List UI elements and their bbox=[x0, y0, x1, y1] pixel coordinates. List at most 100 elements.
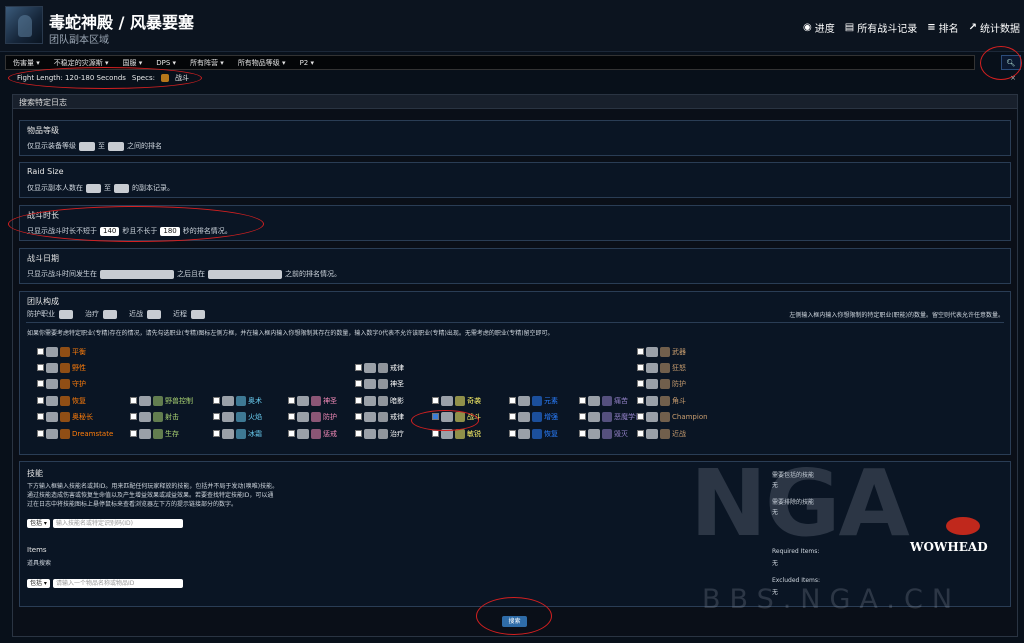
spec-option-shaman[interactable]: 恢复 bbox=[509, 428, 558, 439]
spec-checkbox[interactable] bbox=[355, 397, 362, 404]
spec-option-priest[interactable]: 戒律 bbox=[355, 411, 404, 422]
nav-statistics[interactable]: ↗ 统计数据 bbox=[969, 20, 1020, 35]
spec-option-paladin[interactable]: 神圣 bbox=[288, 395, 337, 406]
spec-option-warrior[interactable]: 狂怒 bbox=[637, 362, 686, 373]
spec-checkbox[interactable] bbox=[579, 430, 586, 437]
spec-count-input[interactable] bbox=[46, 378, 58, 389]
spec-option-warrior[interactable]: Champion bbox=[637, 411, 708, 422]
ability-include-select[interactable]: 包括 ▾ bbox=[27, 519, 50, 528]
spec-checkbox[interactable] bbox=[130, 413, 137, 420]
spec-checkbox[interactable] bbox=[37, 364, 44, 371]
spec-checkbox[interactable] bbox=[213, 413, 220, 420]
spec-count-input[interactable] bbox=[46, 395, 58, 406]
spec-count-input[interactable] bbox=[518, 428, 530, 439]
spec-option-warrior[interactable]: 近战 bbox=[637, 428, 686, 439]
spec-count-input[interactable] bbox=[139, 428, 151, 439]
spec-checkbox[interactable] bbox=[432, 430, 439, 437]
spec-option-paladin[interactable]: 防护 bbox=[288, 411, 337, 422]
spec-option-warlock[interactable]: 恶魔学识 bbox=[579, 411, 642, 422]
spec-checkbox[interactable] bbox=[37, 413, 44, 420]
spec-count-input[interactable] bbox=[297, 395, 309, 406]
spec-count-input[interactable] bbox=[646, 362, 658, 373]
spec-option-mage[interactable]: 奥术 bbox=[213, 395, 262, 406]
spec-checkbox[interactable] bbox=[637, 397, 644, 404]
spec-option-druid[interactable]: Dreamstate bbox=[37, 428, 113, 439]
spec-count-input[interactable] bbox=[139, 395, 151, 406]
spec-count-input[interactable] bbox=[46, 428, 58, 439]
spec-option-warlock[interactable]: 毁灭 bbox=[579, 428, 628, 439]
spec-count-input[interactable] bbox=[297, 411, 309, 422]
spec-option-priest[interactable]: 神圣 bbox=[355, 378, 404, 389]
filter-faction[interactable]: 所有阵营 ▾ bbox=[183, 58, 231, 68]
spec-checkbox[interactable] bbox=[579, 397, 586, 404]
spec-checkbox[interactable] bbox=[509, 430, 516, 437]
spec-checkbox[interactable] bbox=[37, 430, 44, 437]
spec-count-input[interactable] bbox=[588, 395, 600, 406]
spec-checkbox[interactable] bbox=[637, 430, 644, 437]
spec-checkbox[interactable] bbox=[432, 397, 439, 404]
spec-checkbox[interactable] bbox=[637, 348, 644, 355]
spec-count-input[interactable] bbox=[518, 411, 530, 422]
nav-progress[interactable]: ◉ 进度 bbox=[803, 20, 835, 35]
raid-size-min-input[interactable] bbox=[86, 183, 101, 193]
spec-option-hunter[interactable]: 生存 bbox=[130, 428, 179, 439]
tank-count-input[interactable] bbox=[59, 309, 73, 319]
healer-count-input[interactable] bbox=[103, 309, 117, 319]
filter-ilvl[interactable]: 所有物品等级 ▾ bbox=[231, 58, 293, 68]
spec-checkbox[interactable] bbox=[288, 430, 295, 437]
spec-checkbox[interactable] bbox=[579, 413, 586, 420]
spec-checkbox[interactable] bbox=[355, 413, 362, 420]
item-search-input[interactable]: 请输入一个物品名称或物品ID bbox=[52, 579, 183, 588]
ilvl-min-input[interactable] bbox=[79, 141, 95, 151]
spec-count-input[interactable] bbox=[297, 428, 309, 439]
spec-option-priest[interactable]: 暗影 bbox=[355, 395, 404, 406]
spec-option-hunter[interactable]: 野兽控制 bbox=[130, 395, 193, 406]
spec-option-druid[interactable]: 野性 bbox=[37, 362, 86, 373]
spec-option-druid[interactable]: 平衡 bbox=[37, 346, 86, 357]
spec-checkbox[interactable] bbox=[130, 397, 137, 404]
spec-checkbox[interactable] bbox=[213, 397, 220, 404]
spec-checkbox[interactable] bbox=[355, 430, 362, 437]
spec-count-input[interactable] bbox=[364, 395, 376, 406]
spec-count-input[interactable] bbox=[222, 428, 234, 439]
raid-size-max-input[interactable] bbox=[114, 183, 129, 193]
spec-checkbox[interactable] bbox=[37, 397, 44, 404]
spec-option-warrior[interactable]: 武器 bbox=[637, 346, 686, 357]
spec-checkbox[interactable] bbox=[37, 380, 44, 387]
spec-checkbox[interactable] bbox=[355, 364, 362, 371]
spec-count-input[interactable] bbox=[646, 411, 658, 422]
spec-count-input[interactable] bbox=[646, 395, 658, 406]
spec-checkbox[interactable] bbox=[213, 430, 220, 437]
spec-checkbox[interactable] bbox=[37, 348, 44, 355]
spec-option-priest[interactable]: 戒律 bbox=[355, 362, 404, 373]
spec-count-input[interactable] bbox=[139, 411, 151, 422]
spec-count-input[interactable] bbox=[46, 411, 58, 422]
spec-option-warrior[interactable]: 防护 bbox=[637, 378, 686, 389]
nav-rankings[interactable]: ≡ 排名 bbox=[927, 20, 958, 35]
spec-checkbox[interactable] bbox=[637, 380, 644, 387]
filter-metric[interactable]: 伤害量 ▾ bbox=[6, 58, 47, 68]
spec-count-input[interactable] bbox=[364, 428, 376, 439]
spec-option-mage[interactable]: 火焰 bbox=[213, 411, 262, 422]
spec-checkbox[interactable] bbox=[637, 364, 644, 371]
spec-count-input[interactable] bbox=[588, 428, 600, 439]
spec-count-input[interactable] bbox=[646, 428, 658, 439]
date-from-input[interactable] bbox=[100, 269, 174, 279]
ability-search-input[interactable]: 输入技能名或特定识别码(ID) bbox=[52, 519, 183, 528]
spec-checkbox[interactable] bbox=[355, 380, 362, 387]
spec-count-input[interactable] bbox=[46, 346, 58, 357]
spec-option-warrior[interactable]: 角斗 bbox=[637, 395, 686, 406]
spec-count-input[interactable] bbox=[441, 395, 453, 406]
nav-all-fights[interactable]: ▤ 所有战斗记录 bbox=[845, 20, 917, 35]
spec-count-input[interactable] bbox=[364, 378, 376, 389]
ranged-count-input[interactable] bbox=[191, 309, 205, 319]
date-to-input[interactable] bbox=[208, 269, 282, 279]
clear-filters-button[interactable]: × bbox=[1010, 74, 1016, 82]
ilvl-max-input[interactable] bbox=[108, 141, 124, 151]
spec-checkbox[interactable] bbox=[509, 397, 516, 404]
spec-option-hunter[interactable]: 射击 bbox=[130, 411, 179, 422]
spec-checkbox[interactable] bbox=[637, 413, 644, 420]
spec-count-input[interactable] bbox=[646, 346, 658, 357]
filter-role[interactable]: DPS ▾ bbox=[149, 59, 183, 67]
spec-option-druid[interactable]: 奥秘长 bbox=[37, 411, 93, 422]
